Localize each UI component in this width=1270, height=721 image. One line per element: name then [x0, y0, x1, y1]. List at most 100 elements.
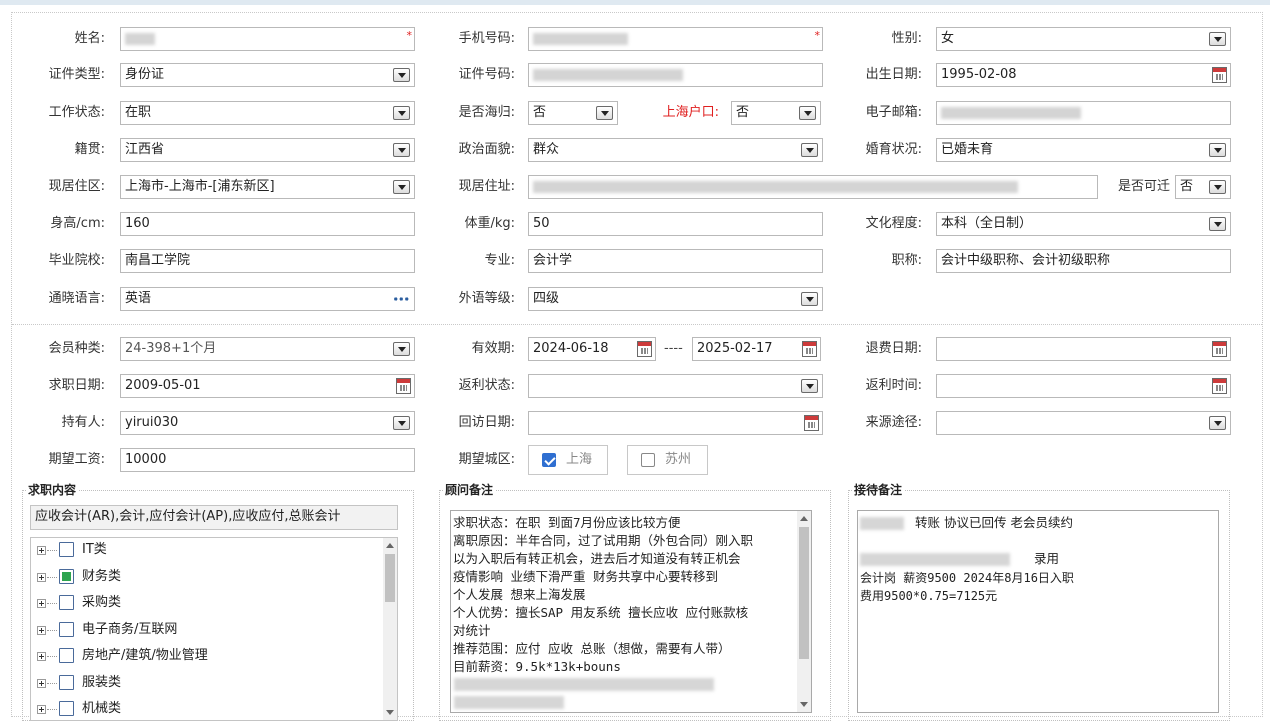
required-marker: * [814, 29, 821, 42]
redacted-text [860, 517, 904, 530]
chevron-down-icon[interactable] [801, 292, 818, 306]
chevron-down-icon[interactable] [801, 379, 818, 393]
scroll-up-icon[interactable] [800, 516, 808, 521]
redacted-text [454, 696, 564, 709]
hukou-select[interactable]: 否 [731, 101, 821, 125]
native-place-select[interactable]: 江西省 [120, 138, 415, 162]
checkbox-unchecked-icon[interactable] [59, 621, 74, 637]
advisor-notes-content: 求职状态：在职 到面7月份应该比较方便 离职原因：半年合同，过了试用期（外包合同）… [453, 514, 793, 676]
expand-icon[interactable] [37, 652, 46, 661]
chevron-down-icon[interactable] [799, 106, 816, 120]
id-number-input[interactable] [528, 63, 823, 87]
reception-notes-textarea[interactable]: 转账 协议已回传 老会员续约 录用 会计岗 薪资9500 2024年8月16日入… [857, 510, 1219, 713]
name-input[interactable]: * [120, 27, 415, 51]
chevron-down-icon[interactable] [393, 416, 410, 430]
city-checkbox-suzhou[interactable]: 苏州 [627, 445, 708, 475]
tree-scrollbar[interactable] [383, 538, 397, 720]
expand-icon[interactable] [37, 572, 46, 582]
email-input[interactable] [936, 101, 1231, 125]
chevron-down-icon[interactable] [393, 106, 410, 120]
residence-area-select[interactable]: 上海市-上海市-[浦东新区] [120, 175, 415, 199]
height-input[interactable]: 160 [120, 212, 415, 236]
language-level-select[interactable]: 四级 [528, 287, 823, 311]
scroll-thumb[interactable] [799, 527, 809, 659]
expand-icon[interactable] [37, 705, 46, 714]
checkbox-unchecked-icon[interactable] [59, 701, 74, 716]
chevron-down-icon[interactable] [393, 143, 410, 157]
chevron-down-icon[interactable] [1209, 180, 1226, 194]
birth-date-input[interactable]: 1995-02-08 [936, 63, 1231, 87]
checkbox-checked-icon[interactable] [542, 453, 556, 467]
city-checkbox-shanghai[interactable]: 上海 [528, 445, 608, 475]
calendar-icon[interactable] [1212, 341, 1227, 357]
expand-icon[interactable] [37, 678, 46, 688]
refund-date-input[interactable] [936, 337, 1231, 361]
title-label: 职称: [891, 253, 922, 268]
holder-select[interactable]: yirui030 [120, 411, 415, 435]
advisor-notes-scrollbar[interactable] [797, 511, 811, 712]
gender-select[interactable]: 女 [936, 27, 1231, 51]
work-status-select[interactable]: 在职 [120, 101, 415, 125]
city-label-suzhou: 苏州 [665, 452, 692, 467]
title-input[interactable]: 会计中级职称、会计初级职称 [936, 249, 1231, 273]
expand-icon[interactable] [37, 599, 46, 608]
checkbox-unchecked-icon[interactable] [59, 595, 74, 610]
valid-from-input[interactable]: 2024-06-18 [528, 337, 656, 361]
checkbox-unchecked-icon[interactable] [59, 542, 74, 557]
chevron-down-icon[interactable] [801, 143, 818, 157]
checkbox-partial-icon[interactable] [59, 568, 74, 584]
chevron-down-icon[interactable] [1209, 143, 1226, 157]
major-input[interactable]: 会计学 [528, 249, 823, 273]
calendar-icon[interactable] [637, 341, 652, 357]
phone-input[interactable]: * [528, 27, 823, 51]
language-input[interactable]: 英语 [120, 287, 415, 311]
source-select[interactable] [936, 411, 1231, 435]
chevron-down-icon[interactable] [393, 342, 410, 356]
weight-input[interactable]: 50 [528, 212, 823, 236]
education-select[interactable]: 本科（全日制） [936, 212, 1231, 236]
refund-date-label: 退费日期: [865, 341, 922, 356]
more-icon[interactable] [393, 297, 409, 301]
member-type-select[interactable]: 24-398+1个月 [120, 337, 415, 361]
chevron-down-icon[interactable] [1209, 416, 1226, 430]
overseas-select[interactable]: 否 [528, 101, 618, 125]
address-input[interactable] [528, 175, 1098, 199]
calendar-icon[interactable] [396, 378, 411, 394]
scroll-up-icon[interactable] [386, 543, 394, 548]
salary-label: 期望工资: [48, 452, 105, 467]
rebate-time-input[interactable] [936, 374, 1231, 398]
expand-icon[interactable] [37, 546, 46, 555]
chevron-down-icon[interactable] [596, 106, 613, 120]
chevron-down-icon[interactable] [1209, 217, 1226, 231]
valid-to-input[interactable]: 2025-02-17 [692, 337, 821, 361]
tree-item-label: IT类 [82, 542, 107, 557]
job-date-input[interactable]: 2009-05-01 [120, 374, 415, 398]
scroll-thumb[interactable] [385, 554, 395, 602]
job-category-tree[interactable]: IT类 财务类 采购类 电子商务/互联网 房地产/建筑/物业管理 服装类 机械类 [30, 537, 398, 721]
chevron-down-icon[interactable] [393, 180, 410, 194]
relocate-select[interactable]: 否 [1175, 175, 1231, 199]
weight-value: 50 [533, 216, 550, 231]
id-type-select[interactable]: 身份证 [120, 63, 415, 87]
residence-area-value: 上海市-上海市-[浦东新区] [125, 179, 275, 194]
redacted-address [533, 181, 1018, 193]
advisor-notes-textarea[interactable]: 求职状态：在职 到面7月份应该比较方便 离职原因：半年合同，过了试用期（外包合同）… [450, 510, 812, 713]
calendar-icon[interactable] [804, 415, 819, 431]
scroll-down-icon[interactable] [800, 702, 808, 707]
chevron-down-icon[interactable] [393, 68, 410, 82]
checkbox-unchecked-icon[interactable] [59, 648, 74, 663]
marital-select[interactable]: 已婚未育 [936, 138, 1231, 162]
calendar-icon[interactable] [1212, 378, 1227, 394]
revisit-date-input[interactable] [528, 411, 823, 435]
school-input[interactable]: 南昌工学院 [120, 249, 415, 273]
calendar-icon[interactable] [1212, 67, 1227, 83]
salary-input[interactable]: 10000 [120, 448, 415, 472]
scroll-down-icon[interactable] [386, 710, 394, 715]
political-select[interactable]: 群众 [528, 138, 823, 162]
expand-icon[interactable] [37, 625, 46, 635]
calendar-icon[interactable] [802, 341, 817, 357]
chevron-down-icon[interactable] [1209, 32, 1226, 46]
rebate-status-select[interactable] [528, 374, 823, 398]
checkbox-unchecked-icon[interactable] [641, 453, 655, 467]
checkbox-unchecked-icon[interactable] [59, 674, 74, 690]
